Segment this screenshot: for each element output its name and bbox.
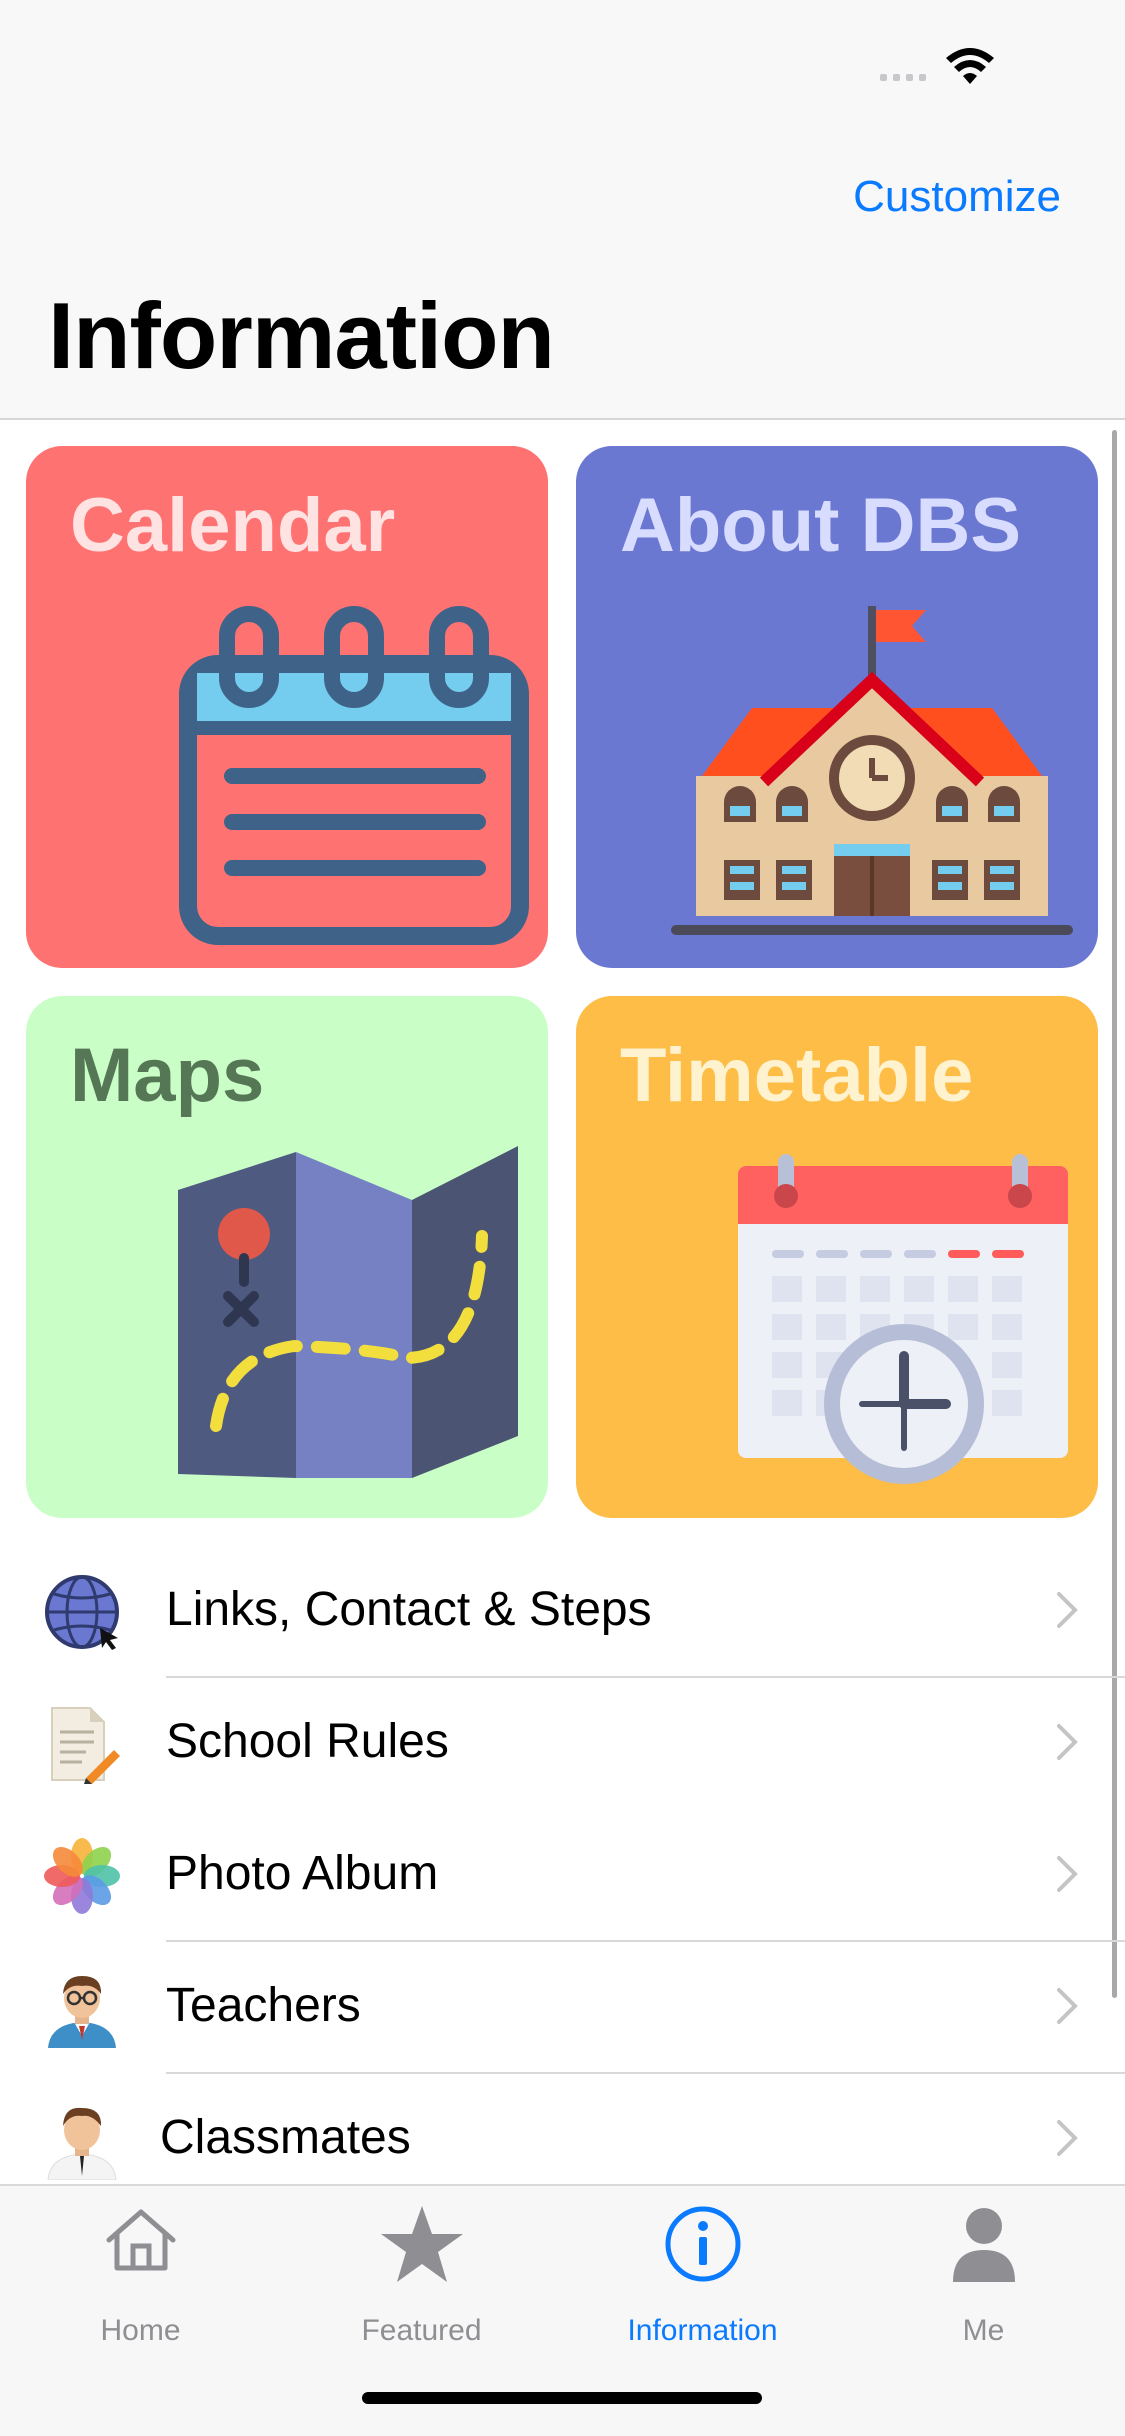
list-item-label: Teachers: [166, 1979, 361, 2032]
info-circle-icon: [665, 2206, 740, 2282]
tab-home[interactable]: Home: [0, 2186, 281, 2386]
status-bar: [0, 0, 1125, 132]
chevron-right-icon: [1057, 1988, 1078, 2024]
navigation-bar: Customize Information: [0, 132, 1125, 420]
list-item-school-rules[interactable]: School Rules: [0, 1678, 1125, 1810]
tab-information[interactable]: Information: [562, 2186, 843, 2386]
tile-maps-label: Maps: [70, 1033, 265, 1118]
photos-flower-icon: [44, 1838, 120, 1914]
page-title: Information: [48, 283, 555, 388]
tile-timetable[interactable]: Timetable: [576, 996, 1098, 1518]
tile-about-dbs[interactable]: About DBS: [576, 446, 1098, 968]
home-indicator[interactable]: [362, 2392, 762, 2404]
list-item-label: Photo Album: [166, 1847, 439, 1900]
star-icon: [380, 2206, 463, 2282]
tab-me[interactable]: Me: [843, 2186, 1124, 2386]
chevron-right-icon: [1057, 1856, 1078, 1892]
cellular-signal-icon: [880, 74, 926, 81]
list-item-photo-album[interactable]: Photo Album: [0, 1810, 1125, 1942]
list-item-label: Links, Contact & Steps: [166, 1583, 652, 1636]
tile-calendar-label: Calendar: [70, 483, 396, 568]
customize-button[interactable]: Customize: [853, 172, 1061, 222]
tab-featured[interactable]: Featured: [281, 2186, 562, 2386]
list-item-label: School Rules: [166, 1715, 449, 1768]
chevron-right-icon: [1057, 1592, 1078, 1628]
list-item-teachers[interactable]: Teachers: [0, 1942, 1125, 2074]
person-icon: [952, 2208, 1015, 2282]
info-list: Links, Contact & Steps School Rules Phot…: [0, 1546, 1125, 2206]
tile-about-dbs-label: About DBS: [620, 483, 1022, 568]
tab-me-label: Me: [962, 2314, 1005, 2347]
wifi-icon: [946, 48, 994, 84]
document-pencil-icon: [51, 1707, 120, 1784]
tab-information-label: Information: [627, 2314, 778, 2347]
house-icon: [106, 2209, 175, 2271]
tile-maps[interactable]: Maps: [26, 996, 548, 1518]
classmate-avatar-icon: [47, 2107, 117, 2180]
globe-icon: [45, 1575, 119, 1650]
tab-home-label: Home: [100, 2314, 181, 2347]
tile-timetable-label: Timetable: [620, 1033, 974, 1118]
teacher-avatar-icon: [48, 1976, 116, 2048]
chevron-right-icon: [1057, 2120, 1078, 2156]
chevron-right-icon: [1057, 1724, 1078, 1760]
tab-featured-label: Featured: [361, 2314, 482, 2347]
tile-calendar[interactable]: Calendar: [26, 446, 548, 968]
list-item-label: Classmates: [160, 2111, 411, 2164]
list-item-links[interactable]: Links, Contact & Steps: [0, 1546, 1125, 1678]
